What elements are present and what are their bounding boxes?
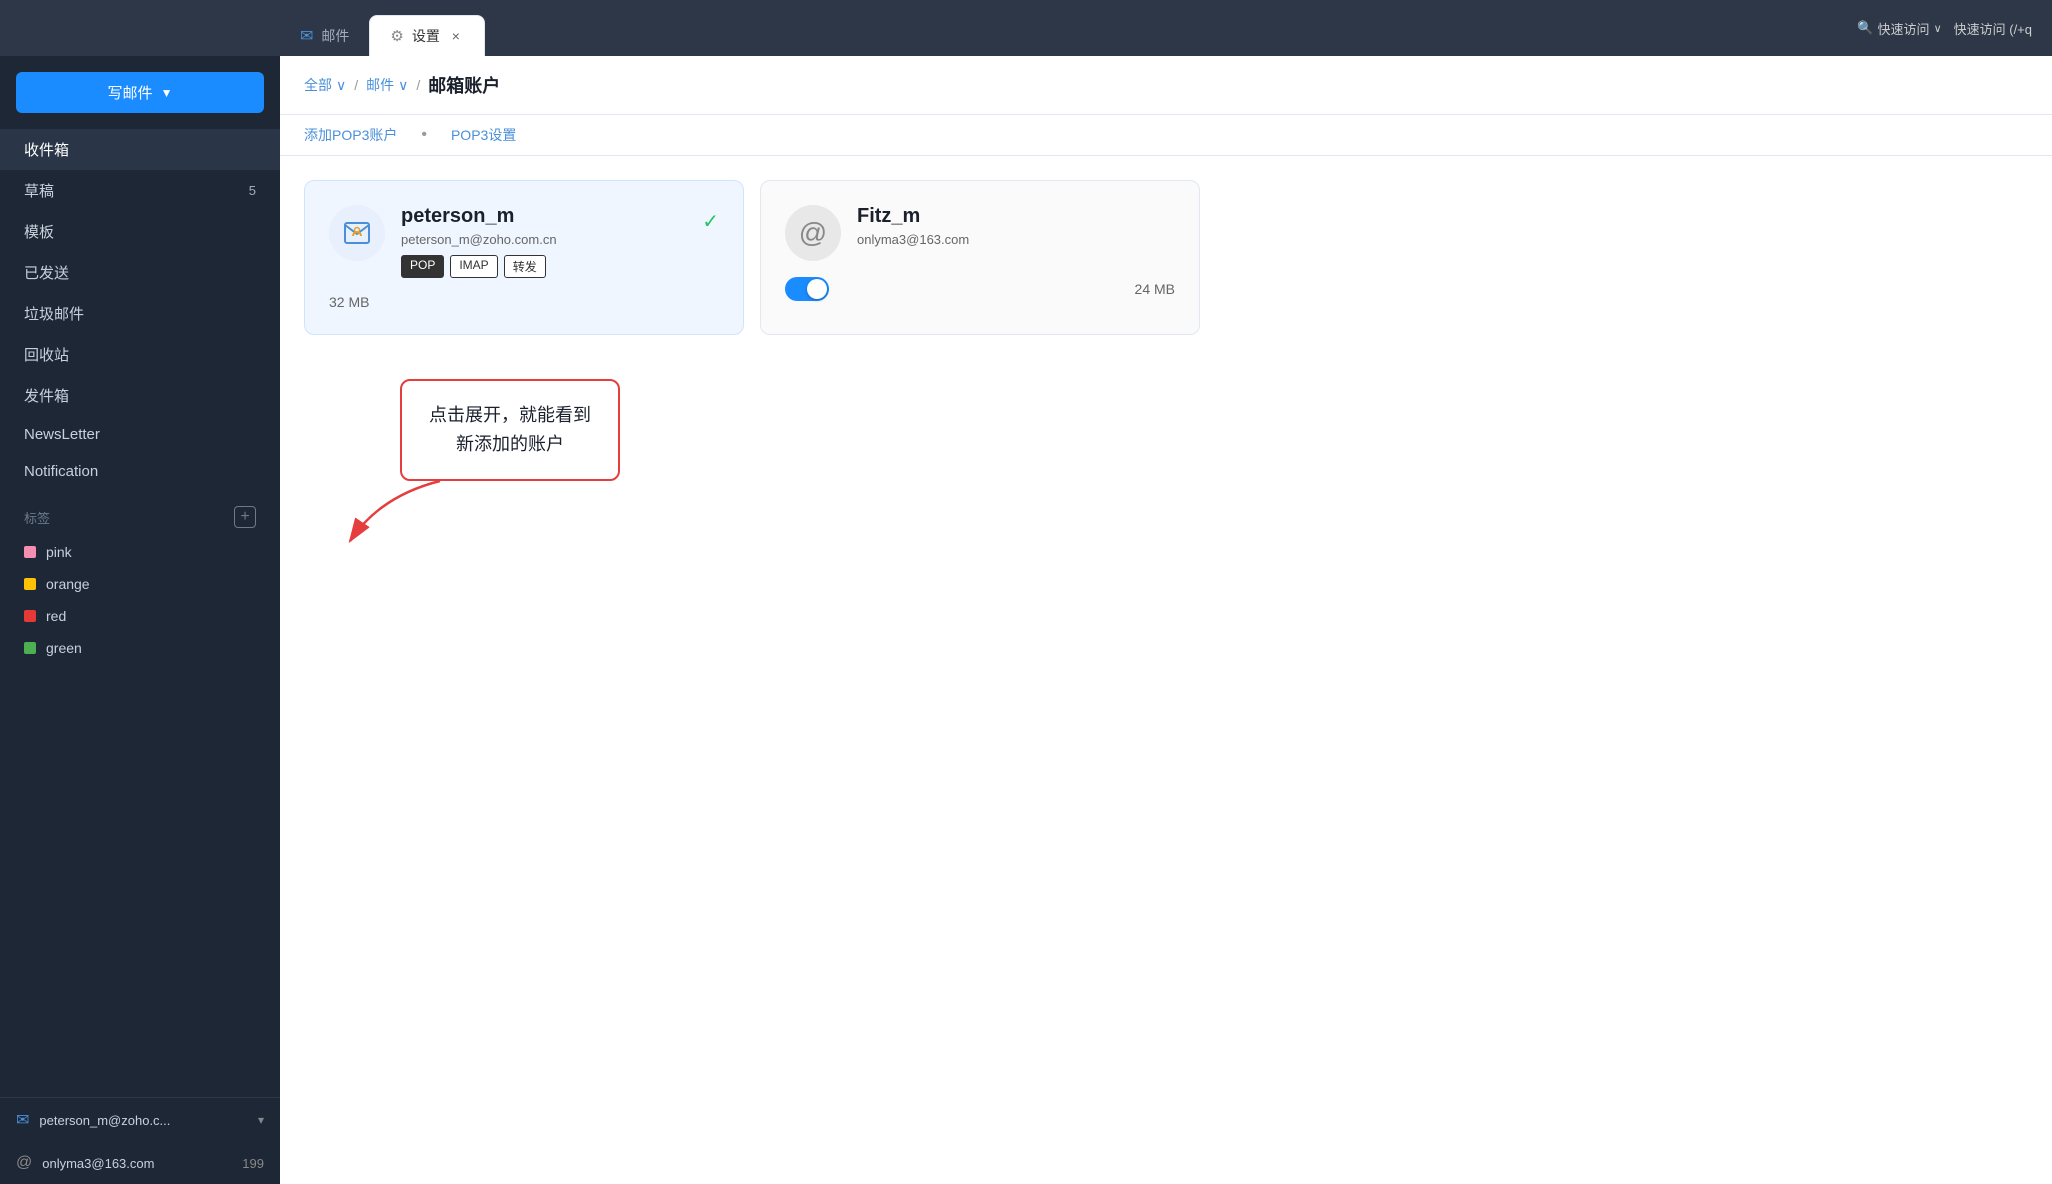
quick-access-shortcut: 快速访问 (/+q xyxy=(1954,19,2032,38)
sidebar-item-spam[interactable]: 垃圾邮件 xyxy=(0,293,280,334)
account-card-fitz[interactable]: @ Fitz_m onlyma3@163.com 24 MB xyxy=(760,180,1200,335)
peterson-mail-icon: ✉ xyxy=(16,1110,29,1130)
peterson-size: 32 MB xyxy=(329,294,369,310)
fitz-toggle[interactable] xyxy=(785,277,829,301)
tooltip-arrow xyxy=(320,476,480,556)
peterson-chevron: ▾ xyxy=(258,1113,264,1127)
gear-icon: ⚙ xyxy=(390,27,403,45)
sent-label: 已发送 xyxy=(24,262,69,283)
tag-red[interactable]: red xyxy=(0,600,280,632)
pink-label: pink xyxy=(46,544,72,560)
account-onlyma[interactable]: @ onlyma3@163.com 199 xyxy=(0,1142,280,1184)
sidebar-item-sent[interactable]: 已发送 xyxy=(0,252,280,293)
breadcrumb-all[interactable]: 全部 ∨ xyxy=(304,75,346,95)
drafts-label: 草稿 xyxy=(24,180,54,201)
breadcrumb: 全部 ∨ / 邮件 ∨ / 邮箱账户 xyxy=(280,56,2052,115)
onlyma-count: 199 xyxy=(242,1156,264,1171)
main-layout: 写邮件 ▼ 收件箱 草稿 5 模板 已发送 垃圾邮件 回收站 发件箱 NewsL… xyxy=(0,56,2052,1184)
card-top-fitz: @ Fitz_m onlyma3@163.com xyxy=(785,205,1175,261)
fitz-card-email: onlyma3@163.com xyxy=(857,232,1175,247)
sub-nav: 添加POP3账户 • POP3设置 xyxy=(280,115,2052,156)
fitz-card-footer: 24 MB xyxy=(785,273,1175,301)
green-dot xyxy=(24,642,36,654)
content-area: 全部 ∨ / 邮件 ∨ / 邮箱账户 添加POP3账户 • POP3设置 xyxy=(280,56,2052,1184)
add-pop3-link[interactable]: 添加POP3账户 xyxy=(304,125,397,145)
close-icon[interactable]: × xyxy=(448,28,464,44)
sidebar-footer: ✉ peterson_m@zoho.c... ▾ @ onlyma3@163.c… xyxy=(0,1097,280,1184)
search-icon: 🔍 xyxy=(1857,20,1873,36)
tab-settings-label: 设置 xyxy=(412,26,440,46)
pop3-settings-link[interactable]: POP3设置 xyxy=(451,125,516,145)
sidebar-item-drafts[interactable]: 草稿 5 xyxy=(0,170,280,211)
compose-chevron: ▼ xyxy=(161,86,173,100)
red-label: red xyxy=(46,608,66,624)
sidebar-item-notification[interactable]: Notification xyxy=(0,453,280,490)
tab-bar: ✉ 邮件 ⚙ 设置 × 🔍 快速访问 ∨ 快速访问 (/+q xyxy=(0,0,2052,56)
green-label: green xyxy=(46,640,82,656)
tag-pink[interactable]: pink xyxy=(0,536,280,568)
sidebar-item-outbox[interactable]: 发件箱 xyxy=(0,375,280,416)
tooltip-area: 点击展开，就能看到新添加的账户 xyxy=(340,359,2052,481)
verified-checkmark: ✓ xyxy=(702,209,719,234)
breadcrumb-mail[interactable]: 邮件 ∨ xyxy=(366,75,408,95)
fitz-size: 24 MB xyxy=(1135,281,1175,297)
labels-title: 标签 xyxy=(24,508,50,527)
drafts-badge: 5 xyxy=(249,183,256,198)
account-peterson[interactable]: ✉ peterson_m@zoho.c... ▾ xyxy=(0,1098,280,1142)
fitz-card-icon: @ xyxy=(785,205,841,261)
peterson-card-info: peterson_m peterson_m@zoho.com.cn POP IM… xyxy=(401,205,686,278)
orange-label: orange xyxy=(46,576,90,592)
peterson-card-name: peterson_m xyxy=(401,205,686,228)
outbox-label: 发件箱 xyxy=(24,385,69,406)
sidebar-item-newsletter[interactable]: NewsLetter xyxy=(0,416,280,453)
trash-label: 回收站 xyxy=(24,344,69,365)
peterson-card-tags: POP IMAP 转发 xyxy=(401,255,686,278)
orange-dot xyxy=(24,578,36,590)
templates-label: 模板 xyxy=(24,221,54,242)
sidebar-item-trash[interactable]: 回收站 xyxy=(0,334,280,375)
tag-pop: POP xyxy=(401,255,444,278)
labels-section-header: 标签 + xyxy=(0,490,280,536)
tooltip-text: 点击展开，就能看到新添加的账户 xyxy=(429,405,591,454)
tag-green[interactable]: green xyxy=(0,632,280,664)
tab-settings[interactable]: ⚙ 设置 × xyxy=(369,15,484,56)
fitz-card-name: Fitz_m xyxy=(857,205,1175,228)
tab-mail-label: 邮件 xyxy=(321,26,349,46)
account-card-peterson[interactable]: peterson_m peterson_m@zoho.com.cn POP IM… xyxy=(304,180,744,335)
pink-dot xyxy=(24,546,36,558)
cards-area: peterson_m peterson_m@zoho.com.cn POP IM… xyxy=(280,156,2052,359)
compose-button[interactable]: 写邮件 ▼ xyxy=(16,72,264,113)
quick-access-button[interactable]: 🔍 快速访问 ∨ xyxy=(1857,19,1941,38)
tooltip-box: 点击展开，就能看到新添加的账户 xyxy=(400,379,620,481)
onlyma-at-icon: @ xyxy=(16,1154,32,1172)
peterson-card-icon xyxy=(329,205,385,261)
tab-mail[interactable]: ✉ 邮件 xyxy=(280,16,369,56)
sidebar-item-templates[interactable]: 模板 xyxy=(0,211,280,252)
peterson-email: peterson_m@zoho.c... xyxy=(39,1113,248,1128)
tag-forward: 转发 xyxy=(504,255,546,278)
fitz-card-info: Fitz_m onlyma3@163.com xyxy=(857,205,1175,255)
mail-icon: ✉ xyxy=(300,26,313,46)
tag-orange[interactable]: orange xyxy=(0,568,280,600)
compose-label: 写邮件 xyxy=(108,82,153,103)
notification-label: Notification xyxy=(24,463,98,480)
red-dot xyxy=(24,610,36,622)
add-label-button[interactable]: + xyxy=(234,506,256,528)
peterson-card-footer: 32 MB xyxy=(329,290,719,310)
top-right-bar: 🔍 快速访问 ∨ 快速访问 (/+q xyxy=(1837,0,2052,56)
onlyma-email: onlyma3@163.com xyxy=(42,1156,232,1171)
newsletter-label: NewsLetter xyxy=(24,426,100,443)
sidebar-item-inbox[interactable]: 收件箱 xyxy=(0,129,280,170)
spam-label: 垃圾邮件 xyxy=(24,303,84,324)
sidebar: 写邮件 ▼ 收件箱 草稿 5 模板 已发送 垃圾邮件 回收站 发件箱 NewsL… xyxy=(0,56,280,1184)
card-top-peterson: peterson_m peterson_m@zoho.com.cn POP IM… xyxy=(329,205,719,278)
peterson-card-email: peterson_m@zoho.com.cn xyxy=(401,232,686,247)
breadcrumb-current: 邮箱账户 xyxy=(428,72,500,98)
inbox-label: 收件箱 xyxy=(24,139,69,160)
tag-imap: IMAP xyxy=(450,255,497,278)
